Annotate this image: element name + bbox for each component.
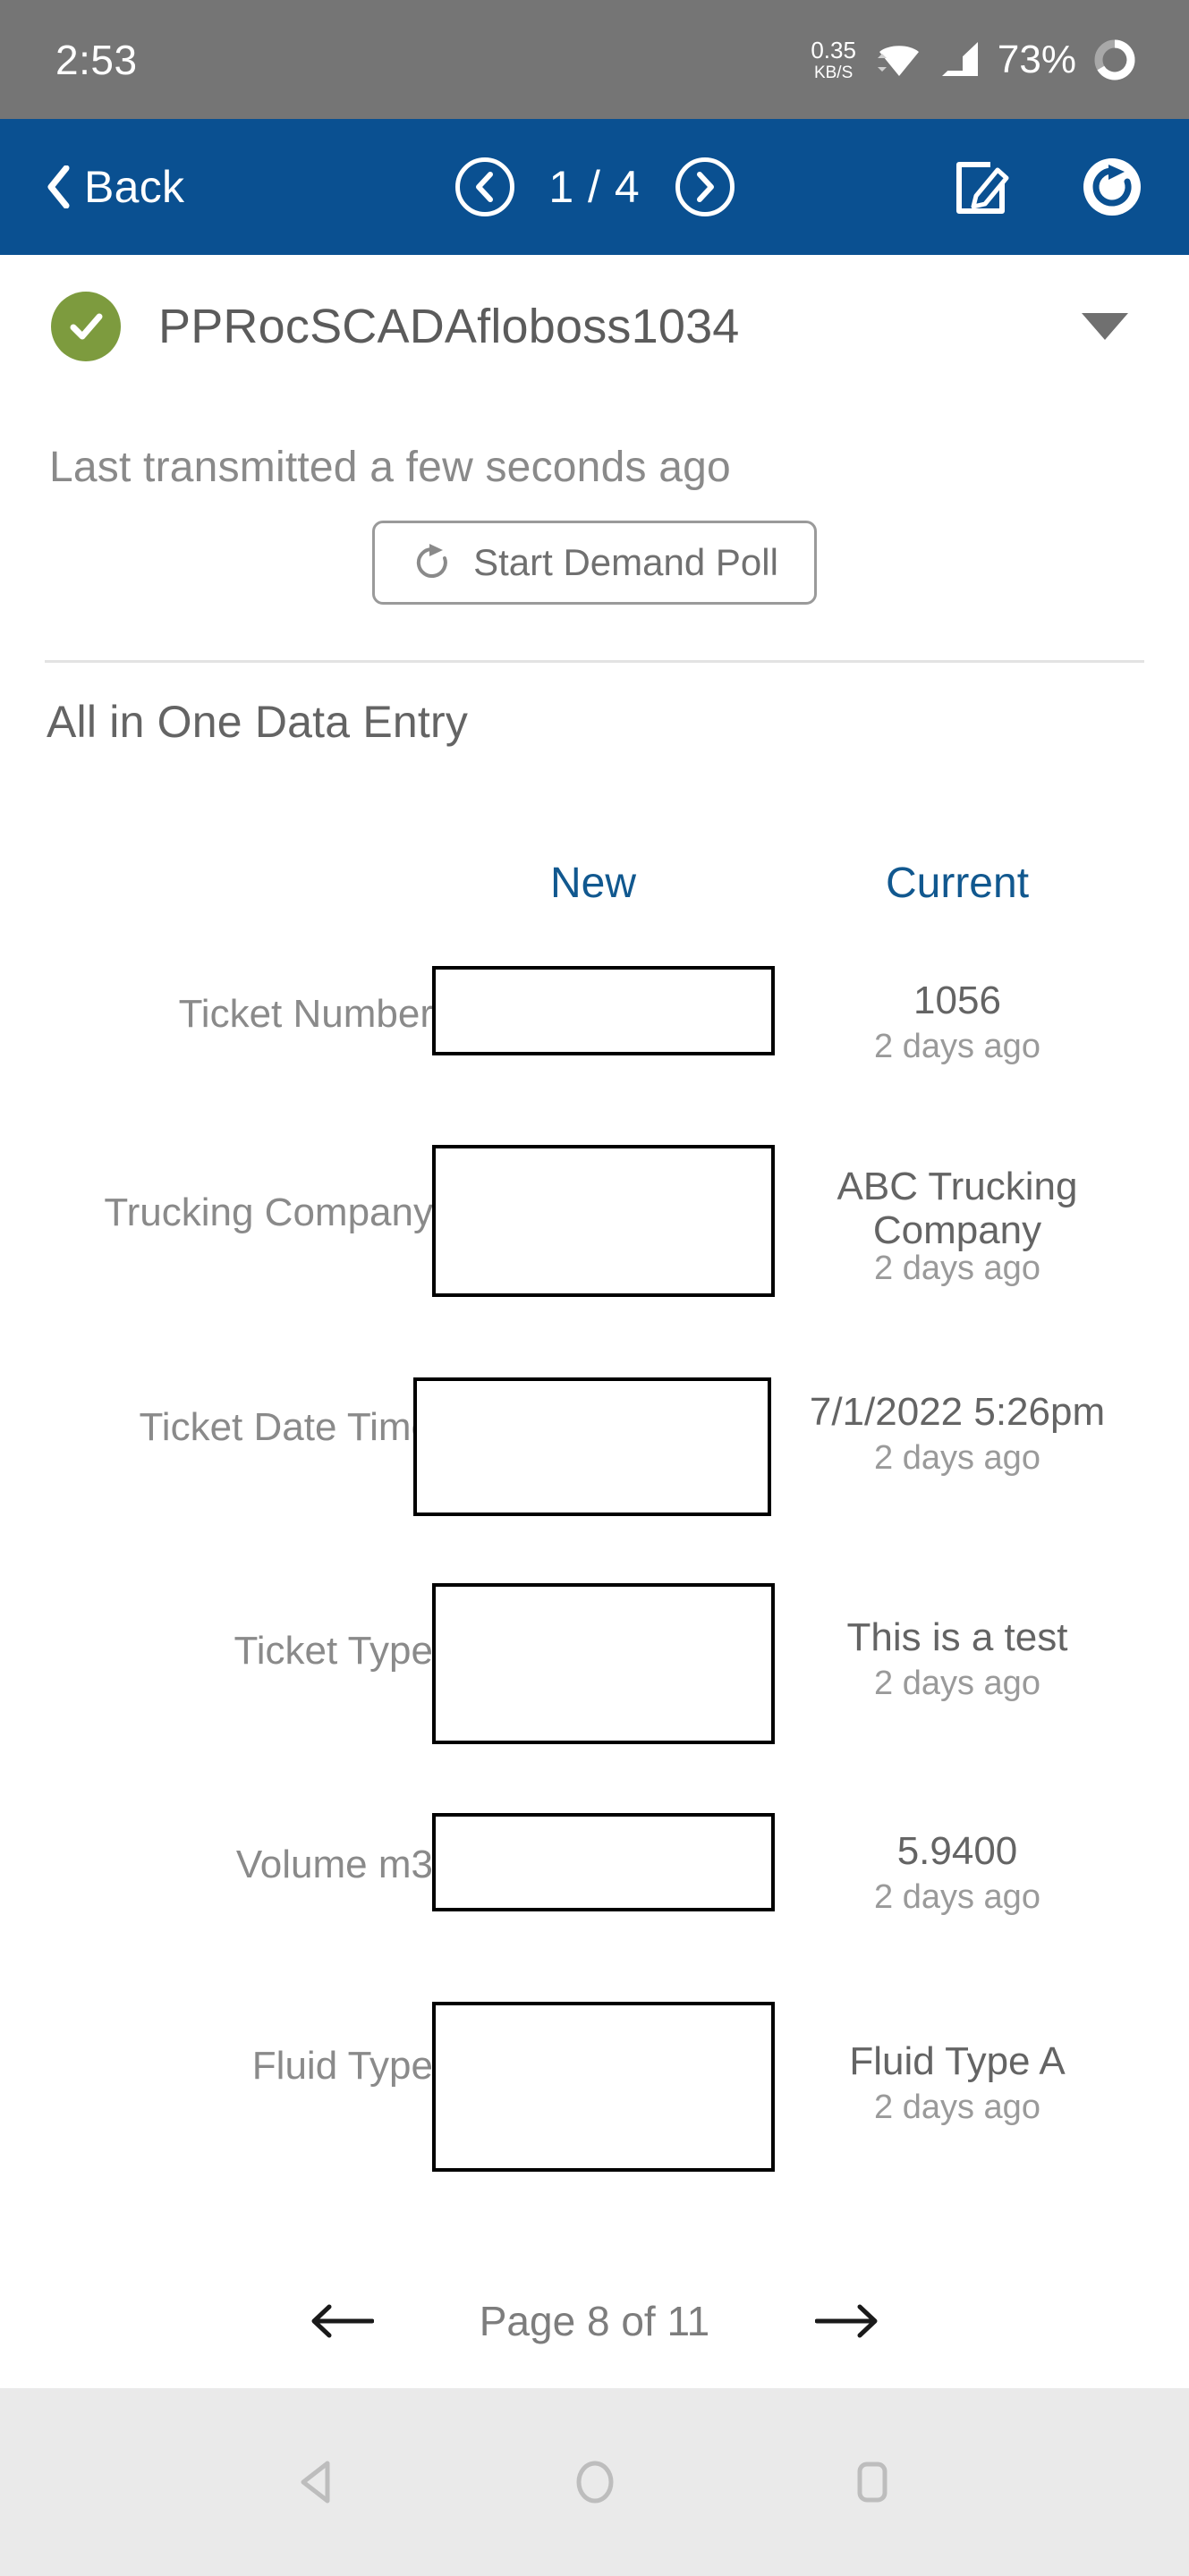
status-bar: 2:53 0.35 KB/S 73%	[0, 0, 1189, 119]
back-button-label: Back	[84, 162, 185, 212]
arrow-left-icon[interactable]	[310, 2301, 374, 2342]
current-value: ABC Trucking Company	[837, 1165, 1078, 1253]
row-label: Ticket Number	[178, 992, 433, 1036]
new-value-input[interactable]	[432, 2002, 775, 2172]
chevron-left-circle-icon	[475, 172, 493, 202]
current-value-age: 2 days ago	[874, 1028, 1040, 1066]
new-value-input[interactable]	[432, 1145, 775, 1297]
next-record-button[interactable]	[675, 157, 735, 216]
grid-column-headers: New Current	[0, 859, 1189, 957]
page-label: Page 8 of 11	[479, 2298, 710, 2344]
start-demand-poll-button[interactable]: Start Demand Poll	[372, 521, 817, 605]
network-rate-unit: KB/S	[813, 63, 854, 82]
table-row: Ticket Date Time 7/1/2022 5:26pm 2 days …	[0, 1368, 1189, 1583]
prev-record-button[interactable]	[454, 157, 514, 216]
table-row: Volume m3 5.9400 2 days ago	[0, 1802, 1189, 1995]
network-rate-value: 0.35	[811, 36, 856, 64]
new-value-input[interactable]	[432, 966, 775, 1055]
current-value-age: 2 days ago	[874, 1665, 1040, 1703]
new-value-input[interactable]	[413, 1377, 771, 1516]
section-title: All in One Data Entry	[47, 697, 469, 747]
page-navigation: Page 8 of 11	[0, 2272, 1189, 2370]
current-value-cell: 1056 2 days ago	[778, 979, 1136, 1066]
current-value-age: 2 days ago	[874, 1878, 1040, 1917]
current-value-cell: 5.9400 2 days ago	[778, 1829, 1136, 1917]
square-recents-icon[interactable]	[846, 2456, 898, 2508]
edit-pencil-icon[interactable]	[951, 157, 1012, 217]
app-bar: Back 1 / 4	[0, 119, 1189, 255]
last-transmitted-text: Last transmitted a few seconds ago	[49, 444, 731, 491]
record-pager: 1 / 4	[454, 157, 735, 216]
cellular-signal-icon	[941, 41, 978, 76]
refresh-circle-icon[interactable]	[1082, 157, 1142, 217]
status-clock: 2:53	[55, 36, 138, 83]
back-button[interactable]: Back	[45, 161, 184, 213]
current-value-age: 2 days ago	[874, 1249, 1040, 1287]
record-page-indicator: 1 / 4	[548, 162, 641, 212]
android-navigation-bar	[0, 2388, 1189, 2576]
current-value-cell: ABC Trucking Company 2 days ago	[778, 1165, 1136, 1288]
current-value: 7/1/2022 5:26pm	[809, 1390, 1106, 1434]
column-header-current: Current	[885, 860, 1030, 907]
table-row: Ticket Number 1056 2 days ago	[0, 957, 1189, 1145]
row-label: Trucking Company	[104, 1191, 433, 1234]
circle-home-icon[interactable]	[569, 2456, 621, 2508]
new-value-input[interactable]	[432, 1583, 775, 1744]
row-label: Ticket Date Time	[139, 1405, 433, 1449]
battery-ring-icon	[1094, 39, 1135, 80]
current-value: 1056	[913, 979, 1001, 1022]
rotate-refresh-icon	[417, 544, 447, 578]
check-circle-icon	[51, 292, 121, 361]
caret-down-icon[interactable]	[1082, 313, 1128, 340]
current-value: 5.9400	[896, 1829, 1018, 1873]
arrow-right-icon[interactable]	[815, 2301, 879, 2342]
current-value-cell: Fluid Type A 2 days ago	[778, 2039, 1136, 2127]
mobile-screen: 2:53 0.35 KB/S 73% Back 1 / 4 PPRocSCADA…	[0, 0, 1189, 2576]
status-indicators: 0.35 KB/S 73%	[811, 38, 1137, 82]
start-demand-poll-label: Start Demand Poll	[473, 541, 778, 583]
poll-button-container: Start Demand Poll	[0, 521, 1189, 605]
header-divider	[45, 660, 1144, 663]
new-value-input[interactable]	[432, 1813, 775, 1911]
row-label: Ticket Type	[234, 1629, 433, 1673]
wifi-icon	[872, 40, 922, 80]
device-name: PPRocSCADAfloboss1034	[158, 300, 740, 353]
column-header-new: New	[549, 860, 637, 907]
current-value: This is a test	[846, 1615, 1068, 1659]
table-row: Trucking Company ABC Trucking Company 2 …	[0, 1145, 1189, 1368]
row-label: Volume m3	[235, 1843, 433, 1886]
current-value-cell: This is a test 2 days ago	[778, 1615, 1136, 1703]
table-row: Ticket Type This is a test 2 days ago	[0, 1583, 1189, 1802]
current-value-cell: 7/1/2022 5:26pm 2 days ago	[752, 1390, 1163, 1478]
current-value: Fluid Type A	[849, 2039, 1066, 2083]
current-value-age: 2 days ago	[874, 1439, 1040, 1478]
chevron-left-icon	[47, 165, 70, 208]
table-row: Fluid Type Fluid Type A 2 days ago	[0, 1995, 1189, 2174]
current-value-age: 2 days ago	[874, 2089, 1040, 2127]
chevron-right-circle-icon	[696, 172, 714, 202]
battery-percent: 73%	[997, 37, 1076, 81]
device-header[interactable]: PPRocSCADAfloboss1034	[0, 255, 1189, 398]
triangle-back-icon[interactable]	[292, 2456, 344, 2508]
row-label: Fluid Type	[251, 2044, 433, 2088]
data-entry-grid: New Current Ticket Number 1056 2 days ag…	[0, 859, 1189, 2174]
app-bar-actions	[951, 157, 1142, 217]
network-rate-indicator: 0.35 KB/S	[811, 38, 856, 81]
